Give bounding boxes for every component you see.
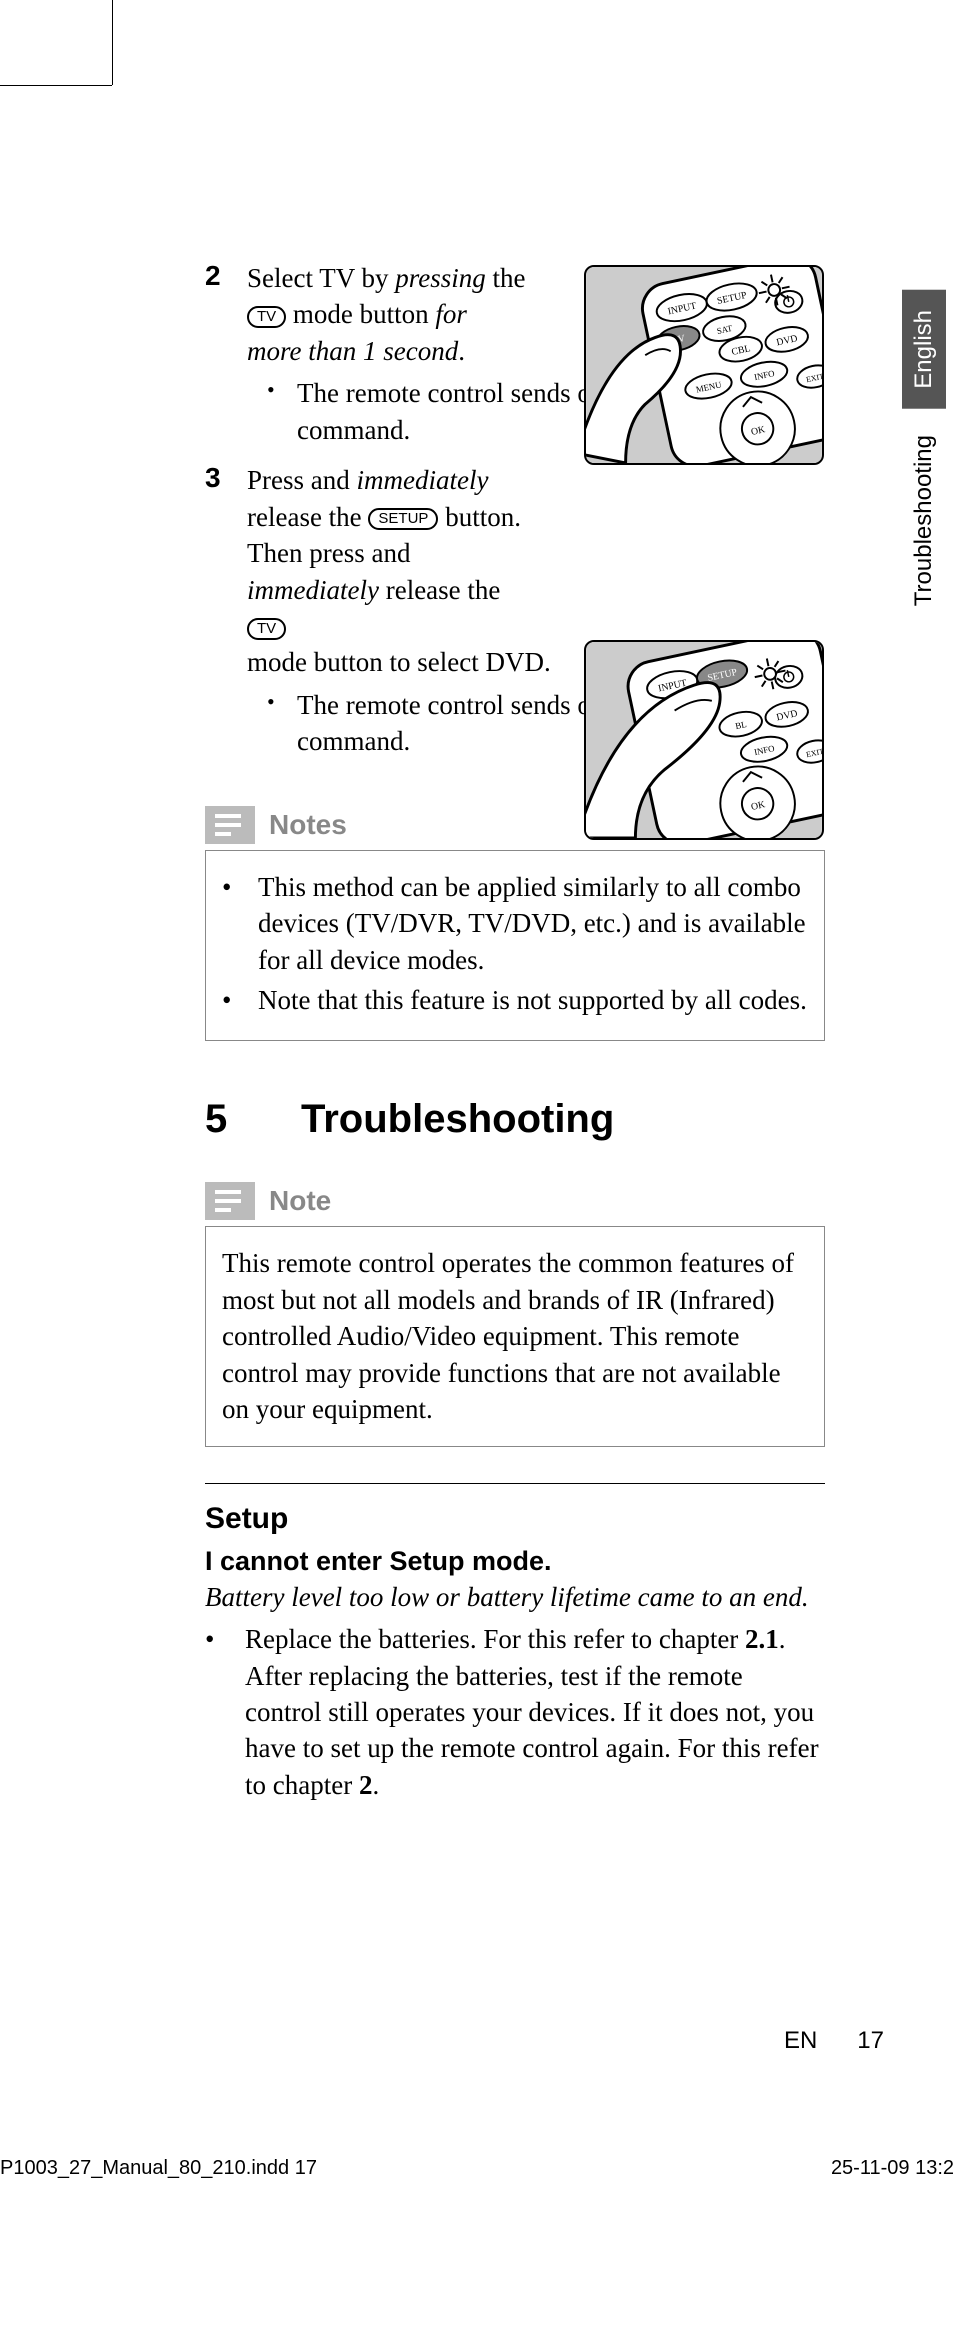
notes-item-1: This method can be applied similarly to … <box>258 869 808 978</box>
figure-remote-setup: INPUT SETUP BL DVD INFO EXIT OK <box>584 640 824 840</box>
step-number: 3 <box>205 462 247 766</box>
step-number: 2 <box>205 260 247 454</box>
note-icon <box>205 1182 255 1220</box>
issue-heading: I cannot enter Setup mode. <box>205 1546 825 1577</box>
setup-button-inline: SETUP <box>368 508 438 530</box>
figure-remote-select-tv: INPUT SETUP TV SAT CBL DVD MENU INFO EXI… <box>584 265 824 465</box>
section-5-heading: 5Troubleshooting <box>205 1097 825 1142</box>
issue-fix: • Replace the batteries. For this refer … <box>205 1621 825 1803</box>
tv-button-inline: TV <box>247 618 286 640</box>
issue-diagnosis: Battery level too low or battery lifetim… <box>205 1579 825 1615</box>
footer-right: 25-11-09 13:2 <box>831 2157 954 2180</box>
side-tab-troubleshooting: Troubleshooting <box>902 415 946 626</box>
manual-page: English Troubleshooting INPUT SETUP TV S… <box>0 0 954 2200</box>
notes-box: •This method can be applied similarly to… <box>205 850 825 1042</box>
notes-title: Notes <box>269 809 347 841</box>
page-number: EN17 <box>784 2027 884 2055</box>
divider <box>205 1483 825 1484</box>
step-3-text-top: Press and immediately release the SETUP … <box>247 462 527 644</box>
notes-icon <box>205 806 255 844</box>
tv-button-inline: TV <box>247 306 286 328</box>
notes-item-2: Note that this feature is not supported … <box>258 982 808 1018</box>
footer-left: P1003_27_Manual_80_210.indd 17 <box>0 2157 317 2180</box>
note-header: Note <box>205 1182 825 1220</box>
setup-heading: Setup <box>205 1502 825 1536</box>
side-tab-english: English <box>902 290 946 409</box>
note-title: Note <box>269 1185 331 1217</box>
side-tabs: English Troubleshooting <box>902 290 954 632</box>
note-box: This remote control operates the common … <box>205 1226 825 1446</box>
step-2-text: Select TV by pressing the TV mode button… <box>247 260 527 369</box>
